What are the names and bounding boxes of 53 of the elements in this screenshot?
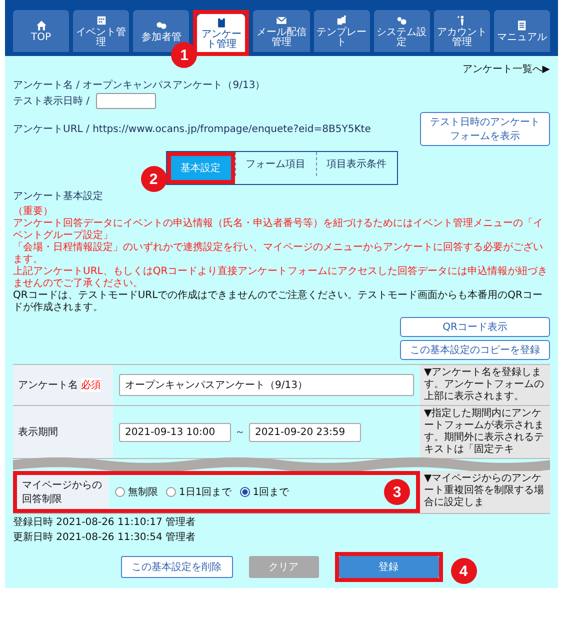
field-label: マイページからの回答制限 — [22, 479, 103, 506]
notice-text: （重要） — [13, 206, 54, 218]
nav-tab[interactable]: システム設定 — [374, 10, 430, 52]
radio-option[interactable]: 1日1回まで — [166, 485, 232, 499]
nav-icon — [276, 14, 287, 26]
nav-tab[interactable]: テンプレート — [314, 10, 370, 52]
date-field[interactable]: 2021-09-13 10:00 — [119, 422, 231, 442]
nav-tab[interactable]: マニュアル — [494, 10, 550, 52]
radio-option[interactable]: 無制限 — [115, 485, 158, 499]
nav-icon — [216, 16, 227, 28]
survey-list-link[interactable]: アンケート一覧へ▶ — [462, 64, 550, 75]
callout-badge: 3 — [384, 479, 410, 505]
sub-tab[interactable]: フォーム項目 — [234, 152, 316, 176]
callout-badge: 4 — [450, 558, 476, 584]
help-text: ▼指定した期間内にアンケートフォームが表示されます。期間外に表示されるテキストは「固定テキ — [420, 406, 550, 458]
action-button[interactable]: この基本設定のコピーを登録 — [400, 340, 550, 360]
input-field[interactable] — [96, 93, 156, 109]
nav-tab[interactable]: TOP — [13, 10, 70, 52]
required-badge: 必須 — [81, 378, 101, 392]
nav-icon — [516, 20, 528, 30]
nav-icon — [396, 14, 408, 26]
field-label: 表示期間 — [18, 426, 58, 439]
register-button[interactable]: 登録 — [338, 556, 438, 578]
date-field[interactable]: 2021-09-20 23:59 — [249, 422, 361, 442]
notice-text: QRコードは、テストモードURLでの作成はできませんのでご注意ください。テストモード画面からも本番用のQRコードが作成されます。 — [13, 290, 544, 314]
field-label: アンケート名 — [18, 379, 78, 392]
range-separator: ～ — [235, 426, 245, 439]
notice-text: 「会場・日程情報設定」のいずれかで連携設定を行い、マイページのメニューからアンケートに回答する必要がございます。 — [13, 242, 544, 266]
nav-icon — [96, 14, 107, 26]
help-text: ▼アンケート名を登録します。アンケートフォームの上部に表示されます。 — [420, 365, 550, 405]
text-field[interactable]: オープンキャンパスアンケート（9/13） — [119, 374, 414, 396]
nav-tab[interactable]: アンケート管理 — [197, 14, 246, 52]
nav-icon — [156, 20, 167, 30]
survey-url: アンケートURL / https://www.ocans.jp/frompage/enquete?eid=8B5Y5Kte — [13, 123, 371, 136]
nav-icon — [336, 14, 348, 26]
notice-text: 上記アンケートURL、もしくはQRコードより直接アンケートフォームにアクセスした回答データには申込情報が紐づきませんのでご了承ください。 — [13, 266, 549, 290]
nav-tab[interactable]: アカウント管理 — [434, 10, 490, 52]
delete-button[interactable]: この基本設定を削除 — [120, 556, 232, 578]
timestamp-text: 更新日時 2021-08-26 11:30:54 管理者 — [13, 530, 197, 544]
help-text: ▼マイページからのアンケート重複回答を制限する場合に設定しま — [420, 471, 550, 513]
test-form-button[interactable]: テスト日時のアンケートフォームを表示 — [420, 112, 550, 146]
sub-tab[interactable]: 項目表示条件 — [316, 152, 396, 176]
nav-icon — [36, 20, 47, 30]
notice-text: アンケート回答データにイベントの申込情報（氏名・申込者番号等）を紐づけるためにはイベント管理メニューの「イベントグループ設定」 — [13, 218, 544, 242]
nav-tab[interactable]: イベント管理 — [73, 10, 130, 52]
field-label: テスト表示日時 / — [13, 94, 90, 108]
action-button[interactable]: QRコード表示 — [400, 317, 550, 337]
survey-name: アンケート名 / オープンキャンパスアンケート（9/13） — [13, 78, 266, 92]
section-title: アンケート基本設定 — [13, 190, 104, 203]
nav-tab[interactable]: メール配信管理 — [253, 10, 310, 52]
callout-badge: 2 — [140, 166, 166, 192]
radio-option[interactable]: 1回まで — [240, 485, 290, 499]
timestamp-text: 登録日時 2021-08-26 11:10:17 管理者 — [13, 516, 197, 529]
